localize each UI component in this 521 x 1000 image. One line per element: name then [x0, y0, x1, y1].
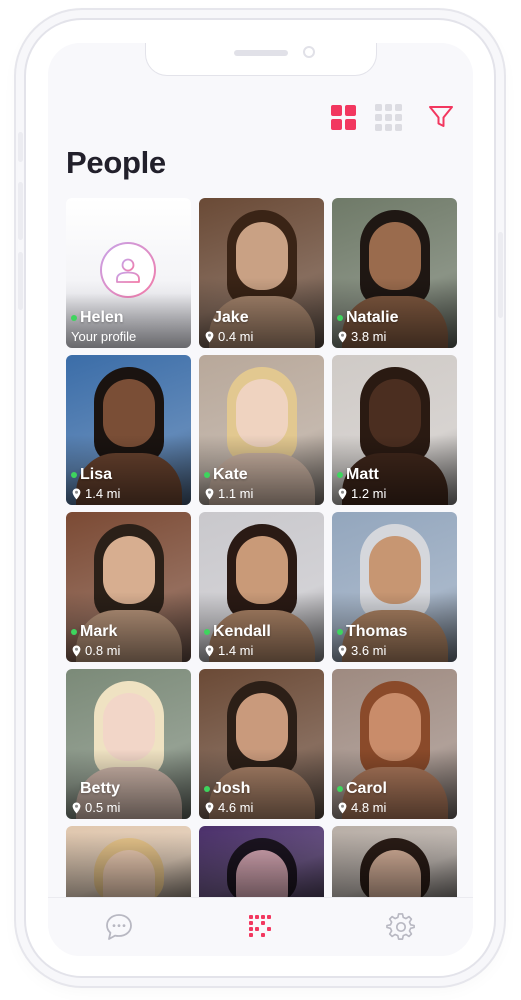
mute-switch: [18, 132, 23, 162]
location-pin-icon: [205, 488, 214, 499]
tab-settings[interactable]: [384, 910, 418, 944]
person-name: Lisa: [80, 466, 113, 483]
person-distance: 3.6 mi: [338, 643, 386, 658]
person-name: Helen: [80, 309, 124, 326]
distance-text: 1.4 mi: [218, 643, 254, 658]
person-card[interactable]: Lisa 1.4 mi: [66, 355, 191, 505]
distance-text: 1.4 mi: [85, 486, 121, 501]
speaker: [234, 50, 288, 56]
online-indicator: [204, 629, 210, 635]
person-distance: 1.2 mi: [338, 486, 386, 501]
location-pin-icon: [338, 331, 347, 342]
front-camera: [303, 46, 315, 58]
person-name: Thomas: [346, 623, 408, 640]
grid-small-view-button[interactable]: [372, 101, 404, 133]
person-distance: 1.4 mi: [205, 643, 253, 658]
person-distance: 1.4 mi: [72, 486, 120, 501]
person-name: Mark: [80, 623, 118, 640]
distance-text: 3.6 mi: [351, 643, 387, 658]
person-name: Kendall: [213, 623, 271, 640]
people-grid: Helen Your profile Jake 0.4 mi Natalie 3.8 mi…: [66, 198, 458, 902]
volume-up-button: [18, 182, 23, 240]
person-distance: 3.8 mi: [338, 329, 386, 344]
person-card[interactable]: Carol 4.8 mi: [332, 669, 457, 819]
person-name: Carol: [346, 780, 387, 797]
people-grid-icon: [249, 915, 271, 937]
person-name: Jake: [213, 309, 249, 326]
distance-text: 3.8 mi: [351, 329, 387, 344]
online-indicator: [204, 786, 210, 792]
tab-messages[interactable]: [102, 910, 136, 944]
user-icon: [116, 258, 140, 283]
top-toolbar: [48, 101, 473, 137]
online-indicator: [71, 629, 77, 635]
location-pin-icon: [72, 802, 81, 813]
tab-bar: [48, 897, 473, 956]
location-pin-icon: [205, 645, 214, 656]
avatar: [100, 242, 156, 298]
grid-3x3-icon: [374, 103, 402, 131]
tab-people[interactable]: [244, 910, 278, 944]
person-card[interactable]: Mark 0.8 mi: [66, 512, 191, 662]
person-name: Betty: [80, 780, 121, 797]
distance-text: 4.6 mi: [218, 800, 254, 815]
distance-text: 0.8 mi: [85, 643, 121, 658]
grid-large-view-button[interactable]: [327, 101, 359, 133]
distance-text: 0.5 mi: [85, 800, 121, 815]
online-indicator: [71, 472, 77, 478]
person-distance: 4.6 mi: [205, 800, 253, 815]
location-pin-icon: [338, 645, 347, 656]
location-pin-icon: [205, 331, 214, 342]
person-distance: 0.5 mi: [72, 800, 120, 815]
location-pin-icon: [72, 645, 81, 656]
person-distance: 1.1 mi: [205, 486, 253, 501]
filter-icon: [429, 106, 453, 127]
person-card[interactable]: Josh 4.6 mi: [199, 669, 324, 819]
online-indicator: [337, 786, 343, 792]
person-card[interactable]: Kate 1.1 mi: [199, 355, 324, 505]
person-card[interactable]: [332, 826, 457, 902]
person-card[interactable]: Natalie 3.8 mi: [332, 198, 457, 348]
location-pin-icon: [338, 488, 347, 499]
location-pin-icon: [72, 488, 81, 499]
notch: [145, 43, 377, 76]
person-name: Kate: [213, 466, 248, 483]
person-card[interactable]: Betty 0.5 mi: [66, 669, 191, 819]
location-pin-icon: [205, 802, 214, 813]
power-button: [498, 232, 503, 318]
chat-bubble-icon: [106, 914, 132, 940]
own-profile-card[interactable]: Helen Your profile: [66, 198, 191, 348]
online-indicator: [337, 629, 343, 635]
distance-text: 4.8 mi: [351, 800, 387, 815]
person-card[interactable]: Thomas 3.6 mi: [332, 512, 457, 662]
app-screen: People Helen Your profile Jake 0.4 mi Natali…: [48, 43, 473, 956]
online-indicator: [204, 472, 210, 478]
online-indicator: [337, 472, 343, 478]
filter-button[interactable]: [425, 101, 457, 133]
distance-text: 1.1 mi: [218, 486, 254, 501]
grid-2x2-icon: [330, 104, 356, 130]
person-card[interactable]: [66, 826, 191, 902]
person-card[interactable]: Jake 0.4 mi: [199, 198, 324, 348]
person-distance: 0.8 mi: [72, 643, 120, 658]
person-distance: 0.4 mi: [205, 329, 253, 344]
person-card[interactable]: Kendall 1.4 mi: [199, 512, 324, 662]
distance-text: 1.2 mi: [351, 486, 387, 501]
person-card[interactable]: [199, 826, 324, 902]
distance-text: 0.4 mi: [218, 329, 254, 344]
profile-subtitle: Your profile: [71, 329, 136, 344]
page-title: People: [66, 145, 166, 180]
person-name: Natalie: [346, 309, 399, 326]
distance-text: Your profile: [71, 329, 137, 344]
location-pin-icon: [338, 802, 347, 813]
person-distance: 4.8 mi: [338, 800, 386, 815]
online-indicator: [71, 315, 77, 321]
volume-down-button: [18, 252, 23, 310]
online-indicator: [337, 315, 343, 321]
gear-icon: [386, 913, 415, 940]
person-card[interactable]: Matt 1.2 mi: [332, 355, 457, 505]
person-name: Matt: [346, 466, 379, 483]
person-name: Josh: [213, 780, 251, 797]
